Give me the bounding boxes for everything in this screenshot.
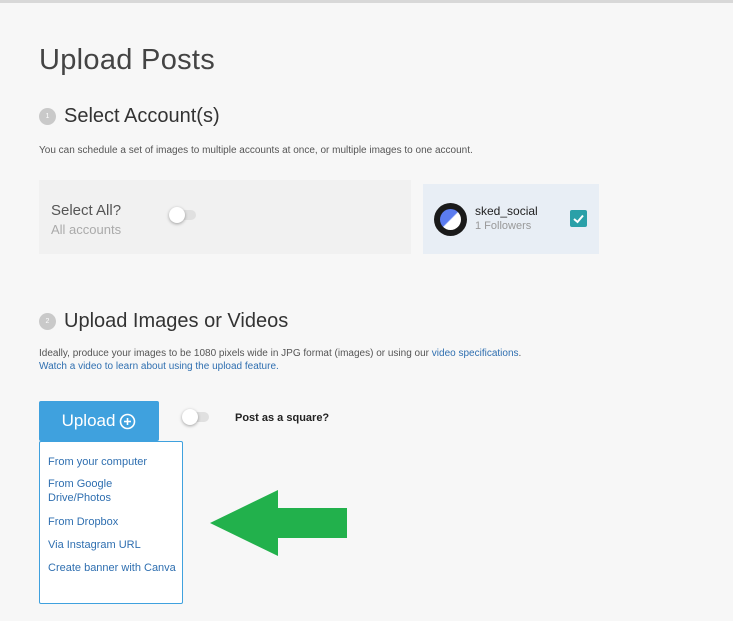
video-specifications-link[interactable]: video specifications bbox=[432, 348, 519, 359]
select-all-panel: Select All? All accounts bbox=[39, 180, 411, 254]
menu-item-from-computer[interactable]: From your computer bbox=[48, 455, 176, 469]
select-accounts-description: You can schedule a set of images to mult… bbox=[39, 145, 473, 156]
upload-description-end: . bbox=[518, 348, 522, 359]
upload-button-label: Upload bbox=[61, 411, 116, 430]
step-title-upload: Upload Images or Videos bbox=[64, 310, 289, 332]
step-upload: 2 Upload Images or Videos bbox=[39, 310, 288, 333]
sked-logo-icon bbox=[440, 209, 461, 230]
step-title-select-accounts: Select Account(s) bbox=[64, 105, 220, 127]
select-all-sublabel: All accounts bbox=[51, 222, 122, 237]
menu-item-instagram-url[interactable]: Via Instagram URL bbox=[48, 538, 176, 552]
menu-item-canva[interactable]: Create banner with Canva bbox=[48, 561, 176, 575]
watch-video-link[interactable]: Watch a video to learn about using the u… bbox=[39, 361, 279, 372]
post-as-square-toggle[interactable] bbox=[182, 409, 209, 425]
step-number-2: 2 bbox=[39, 313, 56, 330]
account-followers: 1 Followers bbox=[475, 220, 532, 232]
left-arrow-icon bbox=[210, 490, 347, 556]
toggle-knob bbox=[169, 207, 185, 223]
menu-item-google-drive[interactable]: From Google Drive/Photos bbox=[48, 477, 176, 505]
step-number-1: 1 bbox=[39, 108, 56, 125]
upload-description: Ideally, produce your images to be 1080 … bbox=[39, 347, 521, 373]
account-name: sked_social bbox=[475, 204, 538, 218]
avatar bbox=[434, 203, 467, 236]
account-card-sked-social[interactable]: sked_social 1 Followers bbox=[423, 184, 599, 254]
upload-source-menu: From your computer From Google Drive/Pho… bbox=[39, 441, 183, 604]
page-title: Upload Posts bbox=[39, 44, 216, 76]
checkmark-icon bbox=[573, 214, 584, 224]
toggle-knob bbox=[182, 409, 198, 425]
account-checkbox[interactable] bbox=[570, 210, 587, 227]
top-border bbox=[0, 0, 733, 3]
upload-button[interactable]: Upload bbox=[39, 401, 159, 441]
post-as-square-label: Post as a square? bbox=[235, 412, 330, 424]
step-select-accounts: 1 Select Account(s) bbox=[39, 105, 220, 128]
upload-description-text: Ideally, produce your images to be 1080 … bbox=[39, 348, 432, 359]
circle-plus-icon bbox=[119, 413, 136, 430]
select-all-toggle[interactable] bbox=[169, 207, 196, 223]
select-all-label: Select All? bbox=[51, 202, 122, 219]
menu-item-dropbox[interactable]: From Dropbox bbox=[48, 515, 176, 529]
